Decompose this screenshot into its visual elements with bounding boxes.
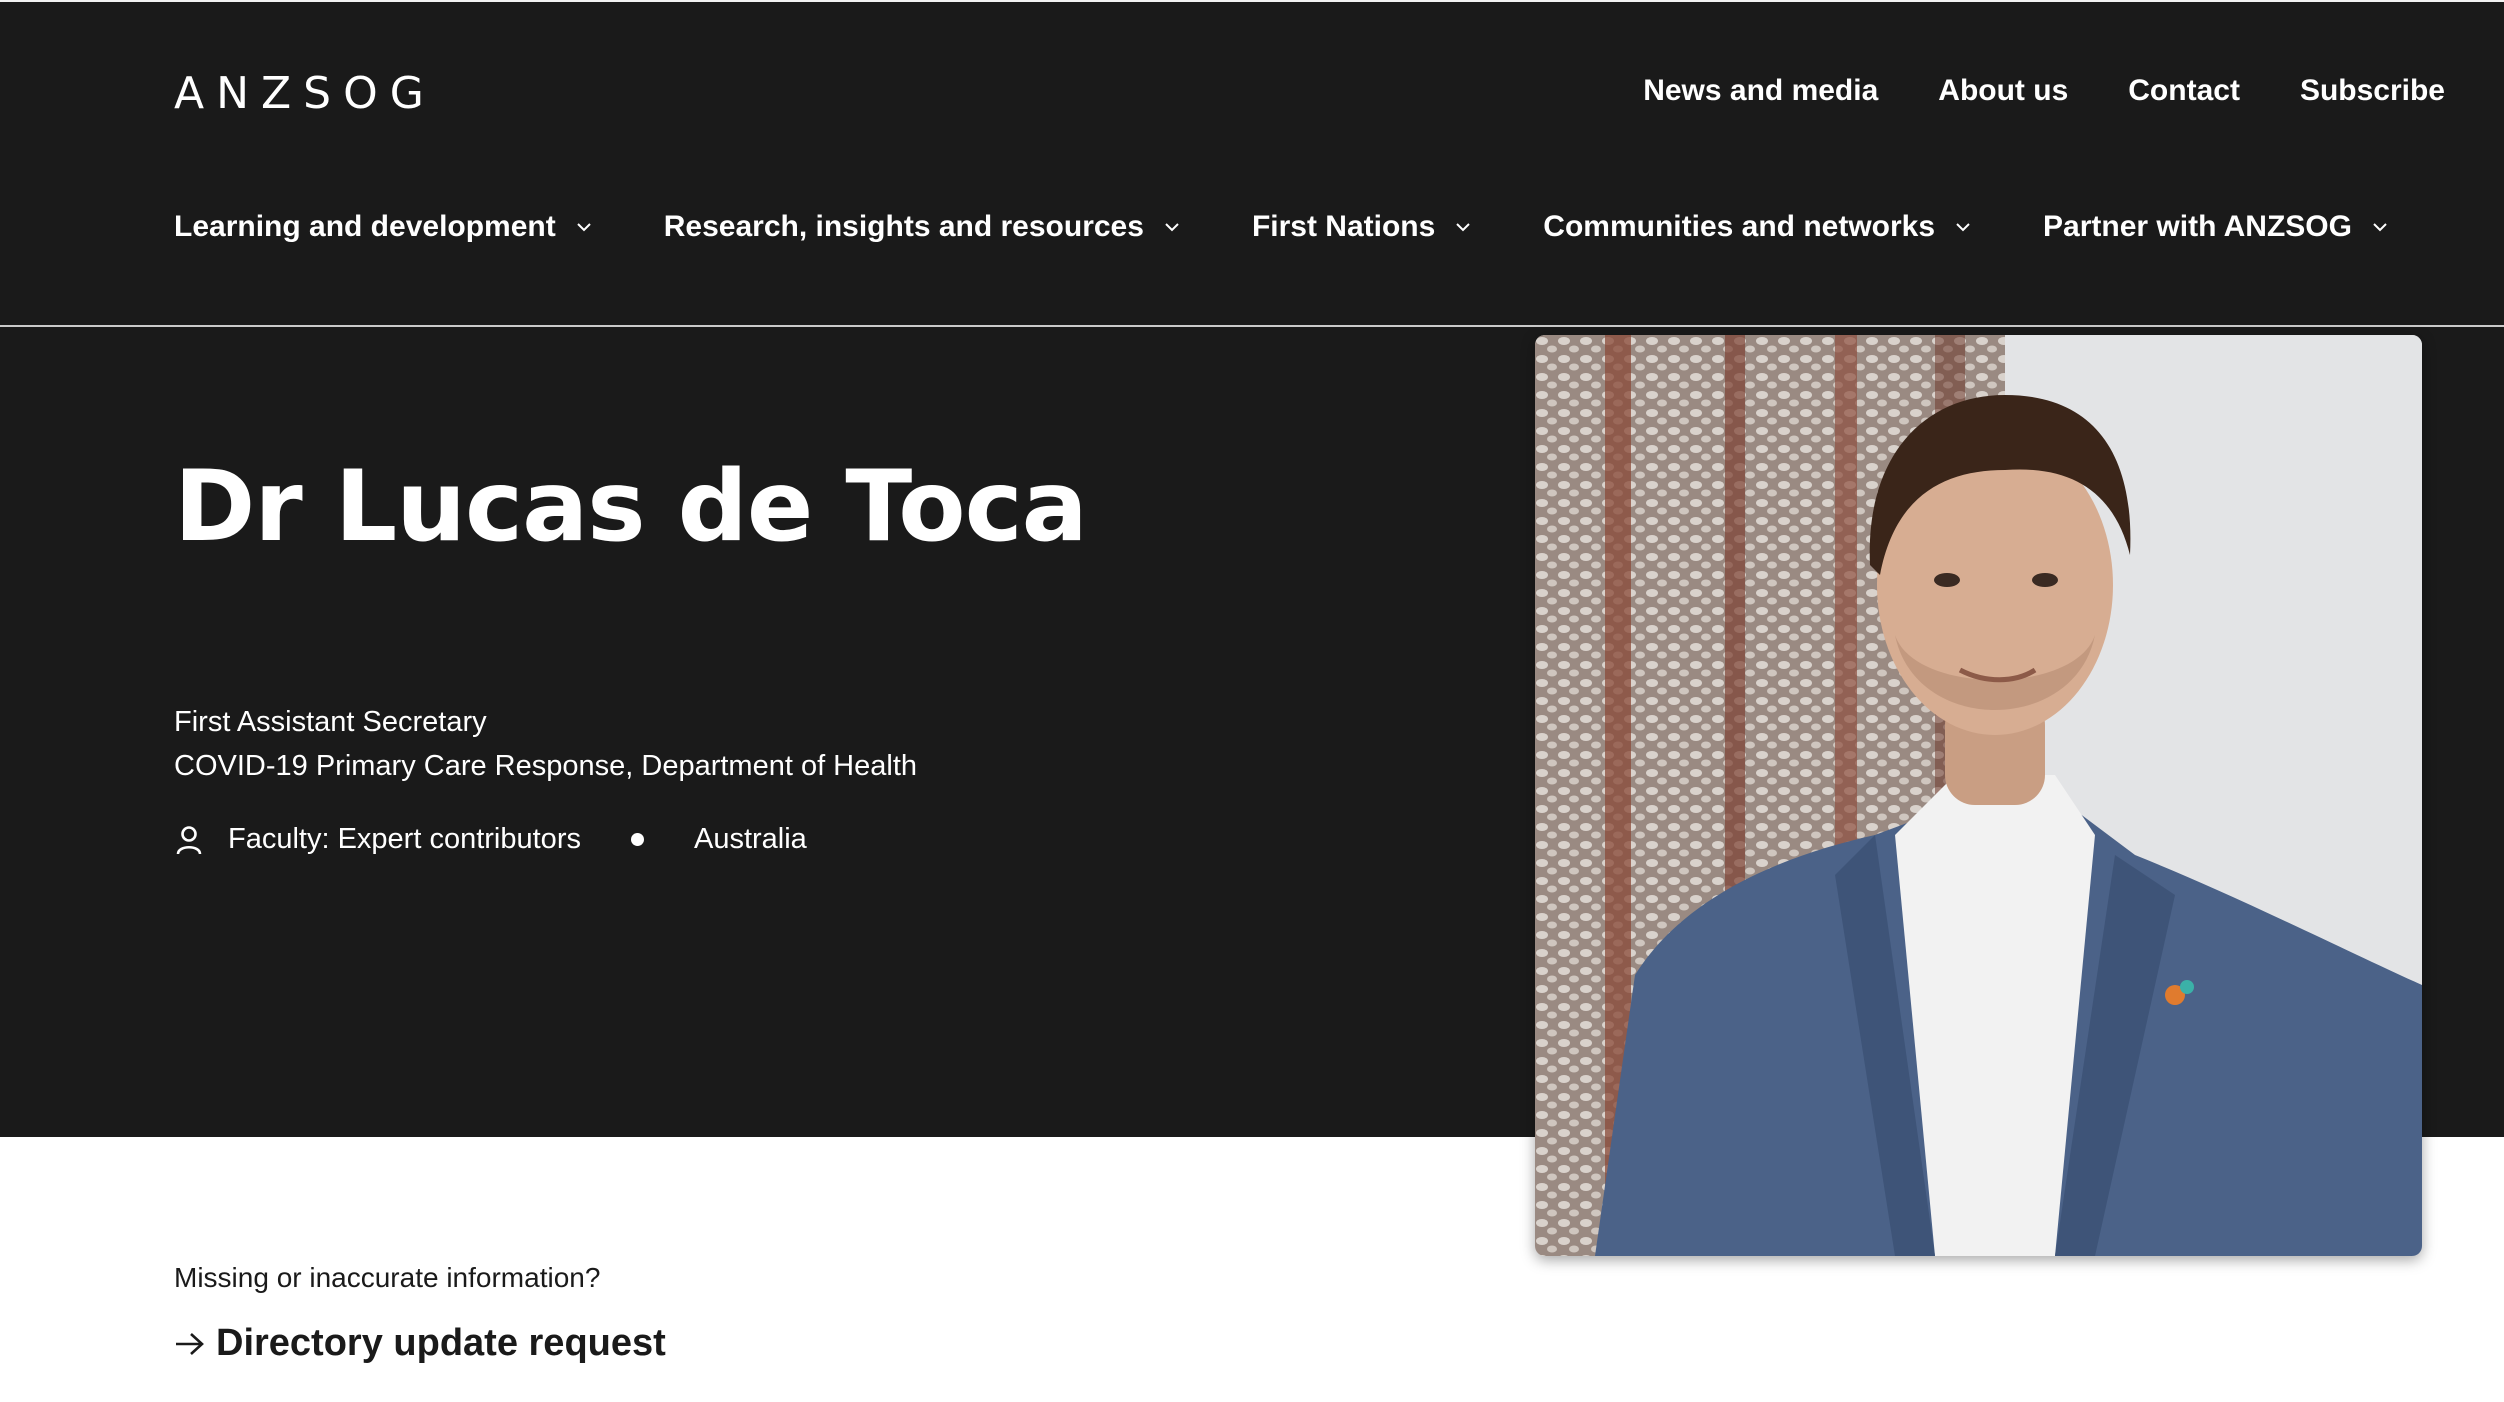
nav-contact[interactable]: Contact <box>2128 74 2240 108</box>
utility-nav: News and media About us Contact Subscrib… <box>1643 74 2445 108</box>
profile-meta: Faculty: Expert contributors Australia <box>174 823 807 856</box>
nav-label: Communities and networks <box>1543 210 1936 243</box>
nav-first-nations[interactable]: First Nations <box>1252 210 1473 244</box>
chevron-down-icon <box>577 223 591 232</box>
main-nav: Learning and development Research, insig… <box>174 210 2390 244</box>
profile-position: First Assistant Secretary <box>174 706 487 738</box>
directory-update-label: Directory update request <box>216 1322 666 1364</box>
arrow-right-icon <box>176 1332 204 1355</box>
nav-label: Learning and development <box>174 210 556 243</box>
separator-dot <box>630 833 644 846</box>
profile-photo <box>1535 335 2422 1256</box>
chevron-down-icon <box>2373 223 2387 232</box>
nav-about-us[interactable]: About us <box>1938 74 2068 108</box>
site-header: ANZSOG News and media About us Contact S… <box>0 0 2504 327</box>
chevron-down-icon <box>1956 223 1970 232</box>
nav-subscribe[interactable]: Subscribe <box>2300 74 2445 108</box>
anzsog-logo[interactable]: ANZSOG <box>174 68 436 119</box>
chevron-down-icon <box>1165 223 1179 232</box>
nav-label: Partner with ANZSOG <box>2043 210 2352 243</box>
nav-news-and-media[interactable]: News and media <box>1643 74 1878 108</box>
nav-label: First Nations <box>1251 210 1436 243</box>
chevron-down-icon <box>1456 223 1471 232</box>
nav-learning-and-development[interactable]: Learning and development <box>174 210 594 244</box>
nav-label: Research, insights and resources <box>663 210 1144 243</box>
directory-update-link[interactable]: Directory update request <box>174 1322 666 1365</box>
nav-partner-with-anzsog[interactable]: Partner with ANZSOG <box>2043 210 2390 244</box>
profile-organisation: COVID-19 Primary Care Response, Departme… <box>174 750 918 782</box>
person-icon <box>176 825 202 854</box>
nav-research-insights-resources[interactable]: Research, insights and resources <box>664 210 1182 244</box>
nav-communities-and-networks[interactable]: Communities and networks <box>1543 210 1973 244</box>
missing-info-text: Missing or inaccurate information? <box>174 1262 601 1293</box>
portrait-image <box>1535 335 2422 1256</box>
country-label: Australia <box>693 823 807 855</box>
faculty-label[interactable]: Faculty: Expert contributors <box>228 823 581 856</box>
profile-name: Dr Lucas de Toca <box>174 450 1088 564</box>
